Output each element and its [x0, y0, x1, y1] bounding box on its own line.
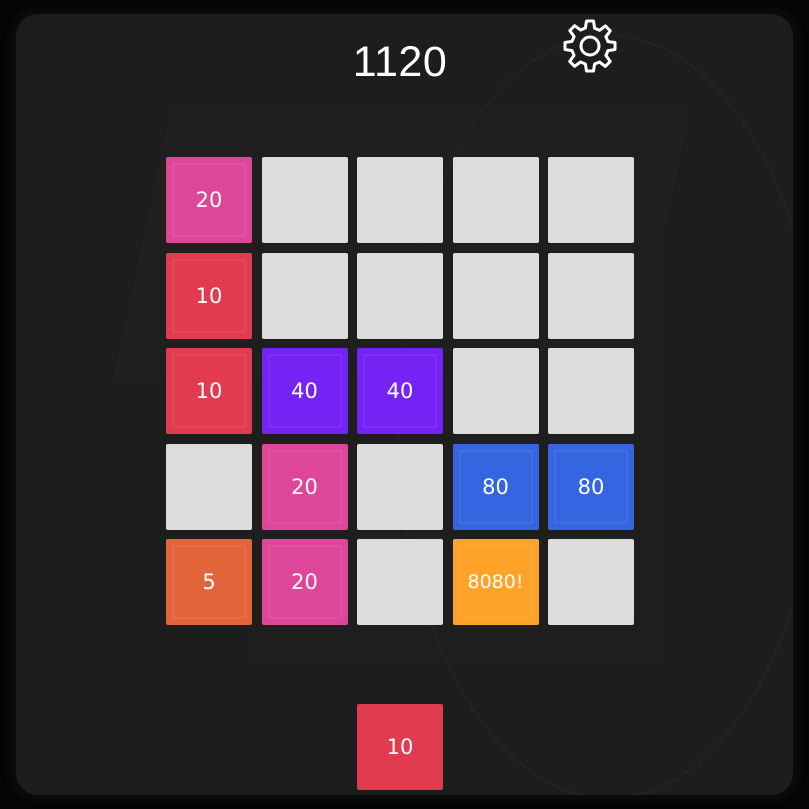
empty-cell[interactable]	[357, 443, 443, 530]
board-tile[interactable]: 20	[261, 443, 348, 530]
empty-cell[interactable]	[357, 252, 443, 339]
empty-cell[interactable]	[452, 252, 539, 339]
next-tile[interactable]: 10	[357, 704, 443, 790]
board-tile[interactable]: 80	[548, 443, 634, 530]
empty-cell[interactable]	[452, 348, 539, 434]
empty-cell[interactable]	[357, 157, 443, 243]
board-tile[interactable]: 80	[452, 443, 539, 530]
settings-button[interactable]	[558, 16, 622, 80]
empty-cell[interactable]	[548, 539, 634, 625]
board-tile[interactable]: 8080!	[452, 539, 539, 625]
empty-cell[interactable]	[261, 157, 348, 243]
board-tile[interactable]: 20	[166, 157, 252, 243]
empty-cell[interactable]	[166, 443, 252, 530]
empty-cell[interactable]	[357, 539, 443, 625]
empty-cell[interactable]	[261, 252, 348, 339]
board-tile[interactable]: 40	[357, 348, 443, 434]
gear-icon	[563, 19, 617, 73]
board-tile[interactable]: 10	[166, 348, 252, 434]
empty-cell[interactable]	[548, 348, 634, 434]
game-board: 20 10 10 40 40 20 80 80 5 20 8080!	[166, 157, 634, 625]
score-display: 1120	[352, 38, 448, 86]
empty-cell[interactable]	[548, 252, 634, 339]
empty-cell[interactable]	[548, 157, 634, 243]
board-tile[interactable]: 40	[261, 348, 348, 434]
board-tile[interactable]: 10	[166, 252, 252, 339]
empty-cell[interactable]	[452, 157, 539, 243]
board-tile[interactable]: 5	[166, 539, 252, 625]
board-tile[interactable]: 20	[261, 539, 348, 625]
game-screen: 1120 20 10 10 40 40 20 80 80 5 20 8080! 10	[0, 0, 809, 809]
